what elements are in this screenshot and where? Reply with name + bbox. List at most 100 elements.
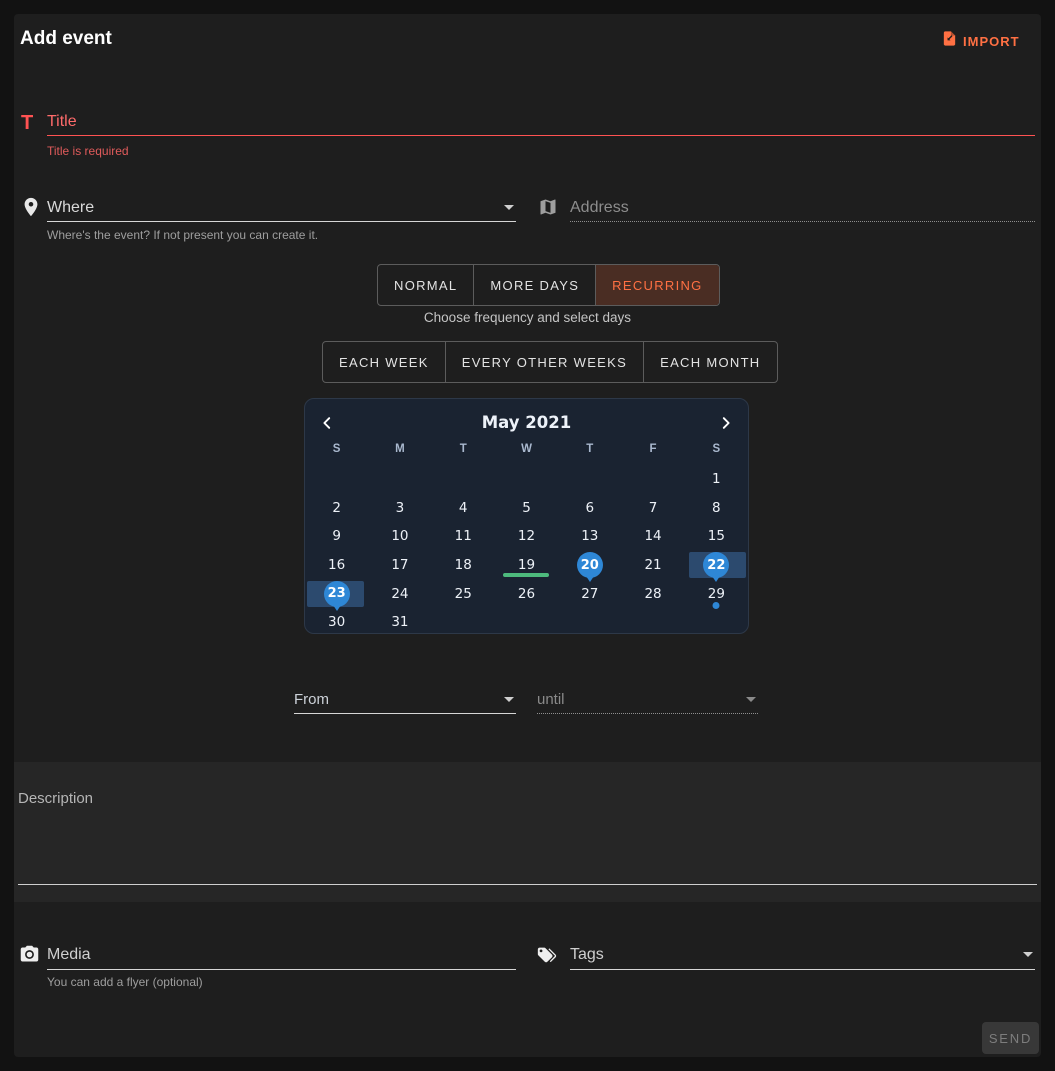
calendar-day-10[interactable]: 10: [368, 522, 431, 551]
file-import-icon: [941, 30, 958, 52]
calendar-day-empty: [305, 465, 368, 494]
day-number: 19: [518, 557, 535, 573]
day-number: 15: [708, 528, 725, 544]
calendar-day-1[interactable]: 1: [685, 465, 748, 494]
calendar-day-7[interactable]: 7: [621, 494, 684, 523]
calendar-month-title: May 2021: [305, 405, 748, 441]
calendar-grid: 1234567891011121314151617181920212223242…: [305, 465, 748, 637]
calendar-day-5[interactable]: 5: [495, 494, 558, 523]
calendar-weekday-row: S M T W T F S: [305, 443, 748, 463]
calendar-day-22[interactable]: 22: [685, 551, 748, 580]
tag-multiple-icon: [536, 944, 558, 971]
day-number: 4: [459, 500, 468, 516]
calendar-day-3[interactable]: 3: [368, 494, 431, 523]
event-type-tabs: NORMAL MORE DAYS RECURRING: [377, 264, 720, 306]
title-error-message: Title is required: [47, 144, 129, 158]
chevron-left-icon[interactable]: [317, 413, 337, 433]
calendar-day-2[interactable]: 2: [305, 494, 368, 523]
day-number: 13: [581, 528, 598, 544]
send-button[interactable]: SEND: [982, 1022, 1039, 1054]
media-helper-text: You can add a flyer (optional): [47, 975, 203, 989]
day-number: 28: [644, 586, 661, 602]
day-number: 2: [332, 500, 341, 516]
calendar-day-30[interactable]: 30: [305, 608, 368, 637]
map-marker-icon: [20, 196, 42, 223]
calendar-day-24[interactable]: 24: [368, 579, 431, 608]
where-helper-text: Where's the event? If not present you ca…: [47, 228, 318, 242]
weekday-label: S: [685, 443, 748, 463]
day-number: 11: [455, 528, 472, 544]
calendar-day-16[interactable]: 16: [305, 551, 368, 580]
until-time-select[interactable]: until: [537, 686, 758, 714]
calendar-day-29[interactable]: 29: [685, 579, 748, 608]
chevron-down-icon: [746, 697, 756, 702]
where-select[interactable]: Where: [47, 194, 516, 222]
day-number: 6: [585, 500, 594, 516]
weekday-label: M: [368, 443, 431, 463]
day-number: 16: [328, 557, 345, 573]
tab-normal[interactable]: NORMAL: [378, 265, 474, 305]
description-textarea[interactable]: Description: [18, 790, 93, 807]
calendar-day-empty: [495, 608, 558, 637]
map-icon: [538, 197, 558, 222]
calendar-day-26[interactable]: 26: [495, 579, 558, 608]
calendar-day-12[interactable]: 12: [495, 522, 558, 551]
media-input[interactable]: [47, 940, 516, 970]
day-number: 30: [328, 614, 345, 630]
calendar-day-15[interactable]: 15: [685, 522, 748, 551]
calendar-day-21[interactable]: 21: [621, 551, 684, 580]
tab-each-week[interactable]: EACH WEEK: [323, 342, 446, 382]
calendar-day-11[interactable]: 11: [432, 522, 495, 551]
weekday-label: S: [305, 443, 368, 463]
day-number: 8: [712, 500, 721, 516]
day-number: 21: [644, 557, 661, 573]
calendar-day-31[interactable]: 31: [368, 608, 431, 637]
calendar-day-empty: [621, 608, 684, 637]
calendar-day-17[interactable]: 17: [368, 551, 431, 580]
tab-recurring[interactable]: RECURRING: [596, 265, 718, 305]
calendar-day-14[interactable]: 14: [621, 522, 684, 551]
page-title: Add event: [20, 28, 112, 50]
tab-more-days[interactable]: MORE DAYS: [474, 265, 596, 305]
calendar-day-25[interactable]: 25: [432, 579, 495, 608]
title-input[interactable]: [47, 108, 1035, 136]
day-number: 27: [581, 586, 598, 602]
from-time-select[interactable]: From: [294, 686, 516, 714]
calendar-day-9[interactable]: 9: [305, 522, 368, 551]
calendar-day-6[interactable]: 6: [558, 494, 621, 523]
selected-day-balloon: 23: [324, 581, 350, 607]
calendar-day-27[interactable]: 27: [558, 579, 621, 608]
calendar-day-4[interactable]: 4: [432, 494, 495, 523]
calendar-day-13[interactable]: 13: [558, 522, 621, 551]
description-section-background: [14, 762, 1041, 902]
calendar-day-28[interactable]: 28: [621, 579, 684, 608]
day-number: 12: [518, 528, 535, 544]
calendar-day-19[interactable]: 19: [495, 551, 558, 580]
calendar-header: May 2021: [305, 405, 748, 441]
calendar-day-empty: [558, 608, 621, 637]
calendar-day-empty: [368, 465, 431, 494]
tab-every-other-weeks[interactable]: EVERY OTHER WEEKS: [446, 342, 644, 382]
day-number: 14: [644, 528, 661, 544]
chevron-right-icon[interactable]: [716, 413, 736, 433]
day-number: 7: [649, 500, 658, 516]
calendar-day-empty: [621, 465, 684, 494]
calendar-day-23[interactable]: 23: [305, 579, 368, 608]
day-number: 31: [391, 614, 408, 630]
calendar-day-8[interactable]: 8: [685, 494, 748, 523]
tags-select[interactable]: Tags: [570, 940, 1035, 970]
calendar-day-20[interactable]: 20: [558, 551, 621, 580]
address-input[interactable]: [570, 194, 1035, 222]
day-number: 25: [455, 586, 472, 602]
calendar-day-empty: [558, 465, 621, 494]
chevron-down-icon: [1023, 952, 1033, 957]
tab-each-month[interactable]: EACH MONTH: [644, 342, 776, 382]
text-icon: T: [21, 112, 33, 135]
calendar-day-18[interactable]: 18: [432, 551, 495, 580]
day-number: 9: [332, 528, 341, 544]
day-number: 10: [391, 528, 408, 544]
camera-icon: [19, 944, 40, 970]
import-button[interactable]: IMPORT: [941, 30, 1020, 52]
frequency-helper-text: Choose frequency and select days: [0, 310, 1055, 325]
calendar-day-empty: [432, 608, 495, 637]
